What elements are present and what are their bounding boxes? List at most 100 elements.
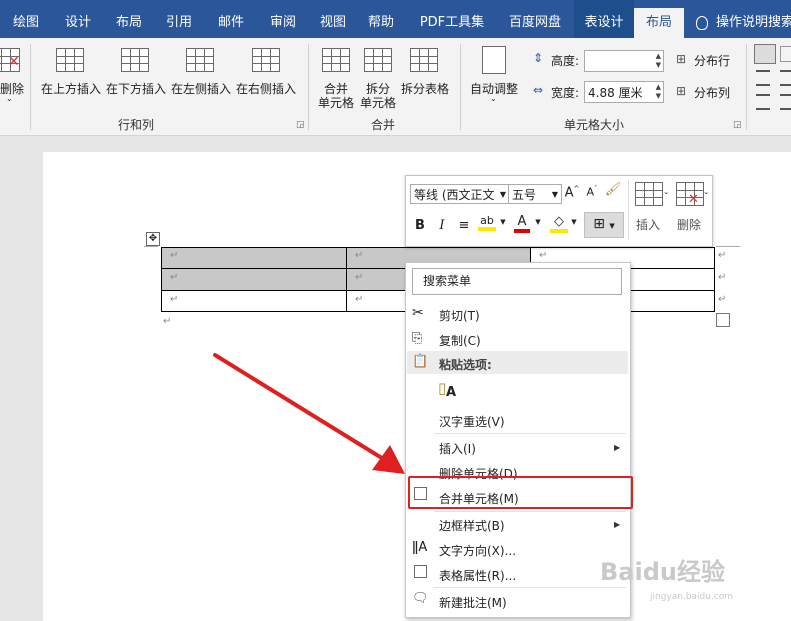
align-bottom-left-icon[interactable] (756, 94, 770, 110)
width-value: 4.88 厘米 (588, 86, 643, 100)
distribute-columns-icon: ⊞ (676, 84, 687, 98)
paragraph-mark-icon: ↵ (718, 272, 727, 283)
font-name-combo[interactable]: 等线 (西文正文 ▼ (410, 184, 510, 204)
divider (30, 44, 31, 130)
center-align-icon[interactable]: ≡ (456, 218, 472, 233)
spin-up-icon[interactable]: ▲ (656, 52, 661, 60)
tab-help[interactable]: 帮助 (358, 8, 404, 38)
distribute-rows-button[interactable]: 分布行 (694, 52, 730, 69)
group-label-rows-columns: 行和列 (118, 118, 155, 132)
chevron-down-icon[interactable]: ▼ (499, 218, 507, 226)
menu-item-cut[interactable]: 剪切(T) (439, 307, 480, 324)
align-middle-left-icon[interactable] (756, 70, 770, 86)
tab-view[interactable]: 视图 (310, 8, 356, 38)
insert-below-icon[interactable] (121, 48, 149, 72)
merge-cells-icon[interactable] (322, 48, 350, 72)
shrink-font-icon[interactable]: Aˇ (584, 185, 600, 199)
chevron-down-icon[interactable]: ▼ (570, 218, 578, 226)
chevron-down-icon[interactable]: ▼ (534, 218, 542, 226)
table-resize-handle-icon[interactable] (716, 313, 730, 327)
paragraph-mark-icon: ↵ (718, 250, 727, 261)
highlight-icon[interactable]: ab (478, 214, 496, 231)
menu-item-new-comment[interactable]: 新建批注(M) (439, 594, 507, 611)
chevron-down-icon[interactable]: ⌄ (702, 188, 710, 196)
autofit-icon[interactable] (482, 46, 506, 74)
paragraph-mark-icon: ↵ (163, 316, 172, 327)
dialog-launcher-icon[interactable]: ◲ (296, 120, 305, 130)
menu-item-copy[interactable]: 复制(C) (439, 332, 481, 349)
spin-down-icon[interactable]: ▼ (656, 92, 661, 100)
borders-button[interactable]: ⊞ ▼ (584, 212, 624, 238)
tab-pdf-tools[interactable]: PDF工具集 (410, 8, 494, 38)
spin-down-icon[interactable]: ▼ (656, 61, 661, 69)
tab-mailings[interactable]: 邮件 (206, 8, 256, 38)
align-middle-center-icon[interactable] (780, 70, 791, 86)
delete-table-icon[interactable]: ✕ (0, 48, 24, 72)
tell-me-search[interactable]: 操作说明搜索 (696, 8, 791, 38)
paragraph-mark-icon: ↵ (539, 250, 548, 261)
menu-item-table-properties[interactable]: 表格属性(R)... (439, 567, 516, 584)
width-spinbox[interactable]: 4.88 厘米 ▲ ▼ (584, 81, 664, 103)
shading-icon[interactable]: ◇ (550, 214, 568, 233)
tab-review[interactable]: 审阅 (258, 8, 308, 38)
align-bottom-center-icon[interactable] (780, 94, 791, 110)
table-properties-icon (414, 565, 427, 578)
insert-left-icon[interactable] (186, 48, 214, 72)
mini-insert-button[interactable]: 插入 (633, 216, 663, 233)
tab-baidu-netdisk[interactable]: 百度网盘 (498, 8, 572, 38)
copy-icon: ⎘ (412, 331, 423, 346)
table-cell[interactable] (161, 247, 347, 269)
table-cell[interactable] (161, 268, 347, 291)
ribbon-panel: ✕ 删除 ⌄ 在上方插入 在下方插入 在左侧插入 在右侧插入 行和列 ◲ 合并 … (0, 38, 791, 136)
grow-font-icon[interactable]: A^ (564, 185, 580, 200)
context-menu: 搜索菜单 ✂ 剪切(T) ⎘ 复制(C) 📋 粘贴选项: ▯ A 汉字重选(V) … (405, 262, 631, 618)
insert-above-button[interactable]: 在上方插入 (41, 80, 101, 97)
insert-below-button[interactable]: 在下方插入 (106, 80, 166, 97)
distribute-columns-button[interactable]: 分布列 (694, 84, 730, 101)
watermark-logo: Baidu经验 (600, 558, 725, 586)
align-top-center-icon[interactable] (780, 46, 791, 62)
insert-left-button[interactable]: 在左侧插入 (171, 80, 231, 97)
mini-delete-button[interactable]: 删除 (674, 216, 704, 233)
chevron-down-icon[interactable]: ⌄ (662, 188, 670, 196)
highlight-box (408, 476, 633, 509)
italic-button[interactable]: I (436, 218, 448, 233)
menu-item-text-direction[interactable]: 文字方向(X)... (439, 542, 516, 559)
insert-above-icon[interactable] (56, 48, 84, 72)
tab-references[interactable]: 引用 (154, 8, 204, 38)
insert-right-icon[interactable] (252, 48, 280, 72)
scissors-icon: ✂ (412, 305, 424, 321)
font-color-icon[interactable]: A (514, 214, 530, 233)
paragraph-mark-icon: ↵ (718, 294, 727, 305)
split-table-button[interactable]: 拆分表格 (401, 80, 449, 97)
tab-design[interactable]: 设计 (52, 8, 104, 38)
menu-item-border-styles[interactable]: 边框样式(B) (439, 517, 505, 534)
margin-guide (716, 246, 740, 247)
format-painter-icon[interactable]: 🖌 (604, 182, 622, 197)
tab-layout[interactable]: 布局 (104, 8, 154, 38)
chevron-down-icon: ⌄ (490, 94, 497, 103)
search-menu-input[interactable]: 搜索菜单 (412, 268, 622, 295)
menu-item-hanzi-reselect[interactable]: 汉字重选(V) (439, 413, 505, 430)
bold-button[interactable]: B (414, 218, 426, 233)
table-move-handle-icon[interactable]: ✥ (146, 232, 160, 246)
group-label-cell-size: 单元格大小 (564, 118, 625, 132)
insert-right-button[interactable]: 在右侧插入 (236, 80, 296, 97)
menu-separator (434, 587, 626, 588)
divider (308, 44, 309, 130)
height-spinbox[interactable]: ▲ ▼ (584, 50, 664, 72)
table-cell[interactable] (161, 290, 347, 312)
insert-table-icon[interactable] (635, 182, 663, 206)
split-cells-icon[interactable] (364, 48, 392, 72)
align-top-left-icon[interactable] (754, 44, 776, 64)
tab-draw[interactable]: 绘图 (0, 8, 52, 38)
paragraph-mark-icon: ↵ (355, 294, 364, 305)
spin-up-icon[interactable]: ▲ (656, 83, 661, 91)
split-table-icon[interactable] (410, 48, 438, 72)
paste-keep-text-icon[interactable]: ▯ A (438, 379, 460, 403)
mini-toolbar: 等线 (西文正文 ▼ 五号 ▼ A^ Aˇ 🖌 B I ≡ ab ▼ A ▼ ◇… (405, 175, 713, 247)
menu-item-insert[interactable]: 插入(I) (439, 440, 476, 457)
paragraph-mark-icon: ↵ (170, 272, 179, 283)
dialog-launcher-icon[interactable]: ◲ (733, 120, 742, 130)
font-size-combo[interactable]: 五号 ▼ (508, 184, 562, 204)
